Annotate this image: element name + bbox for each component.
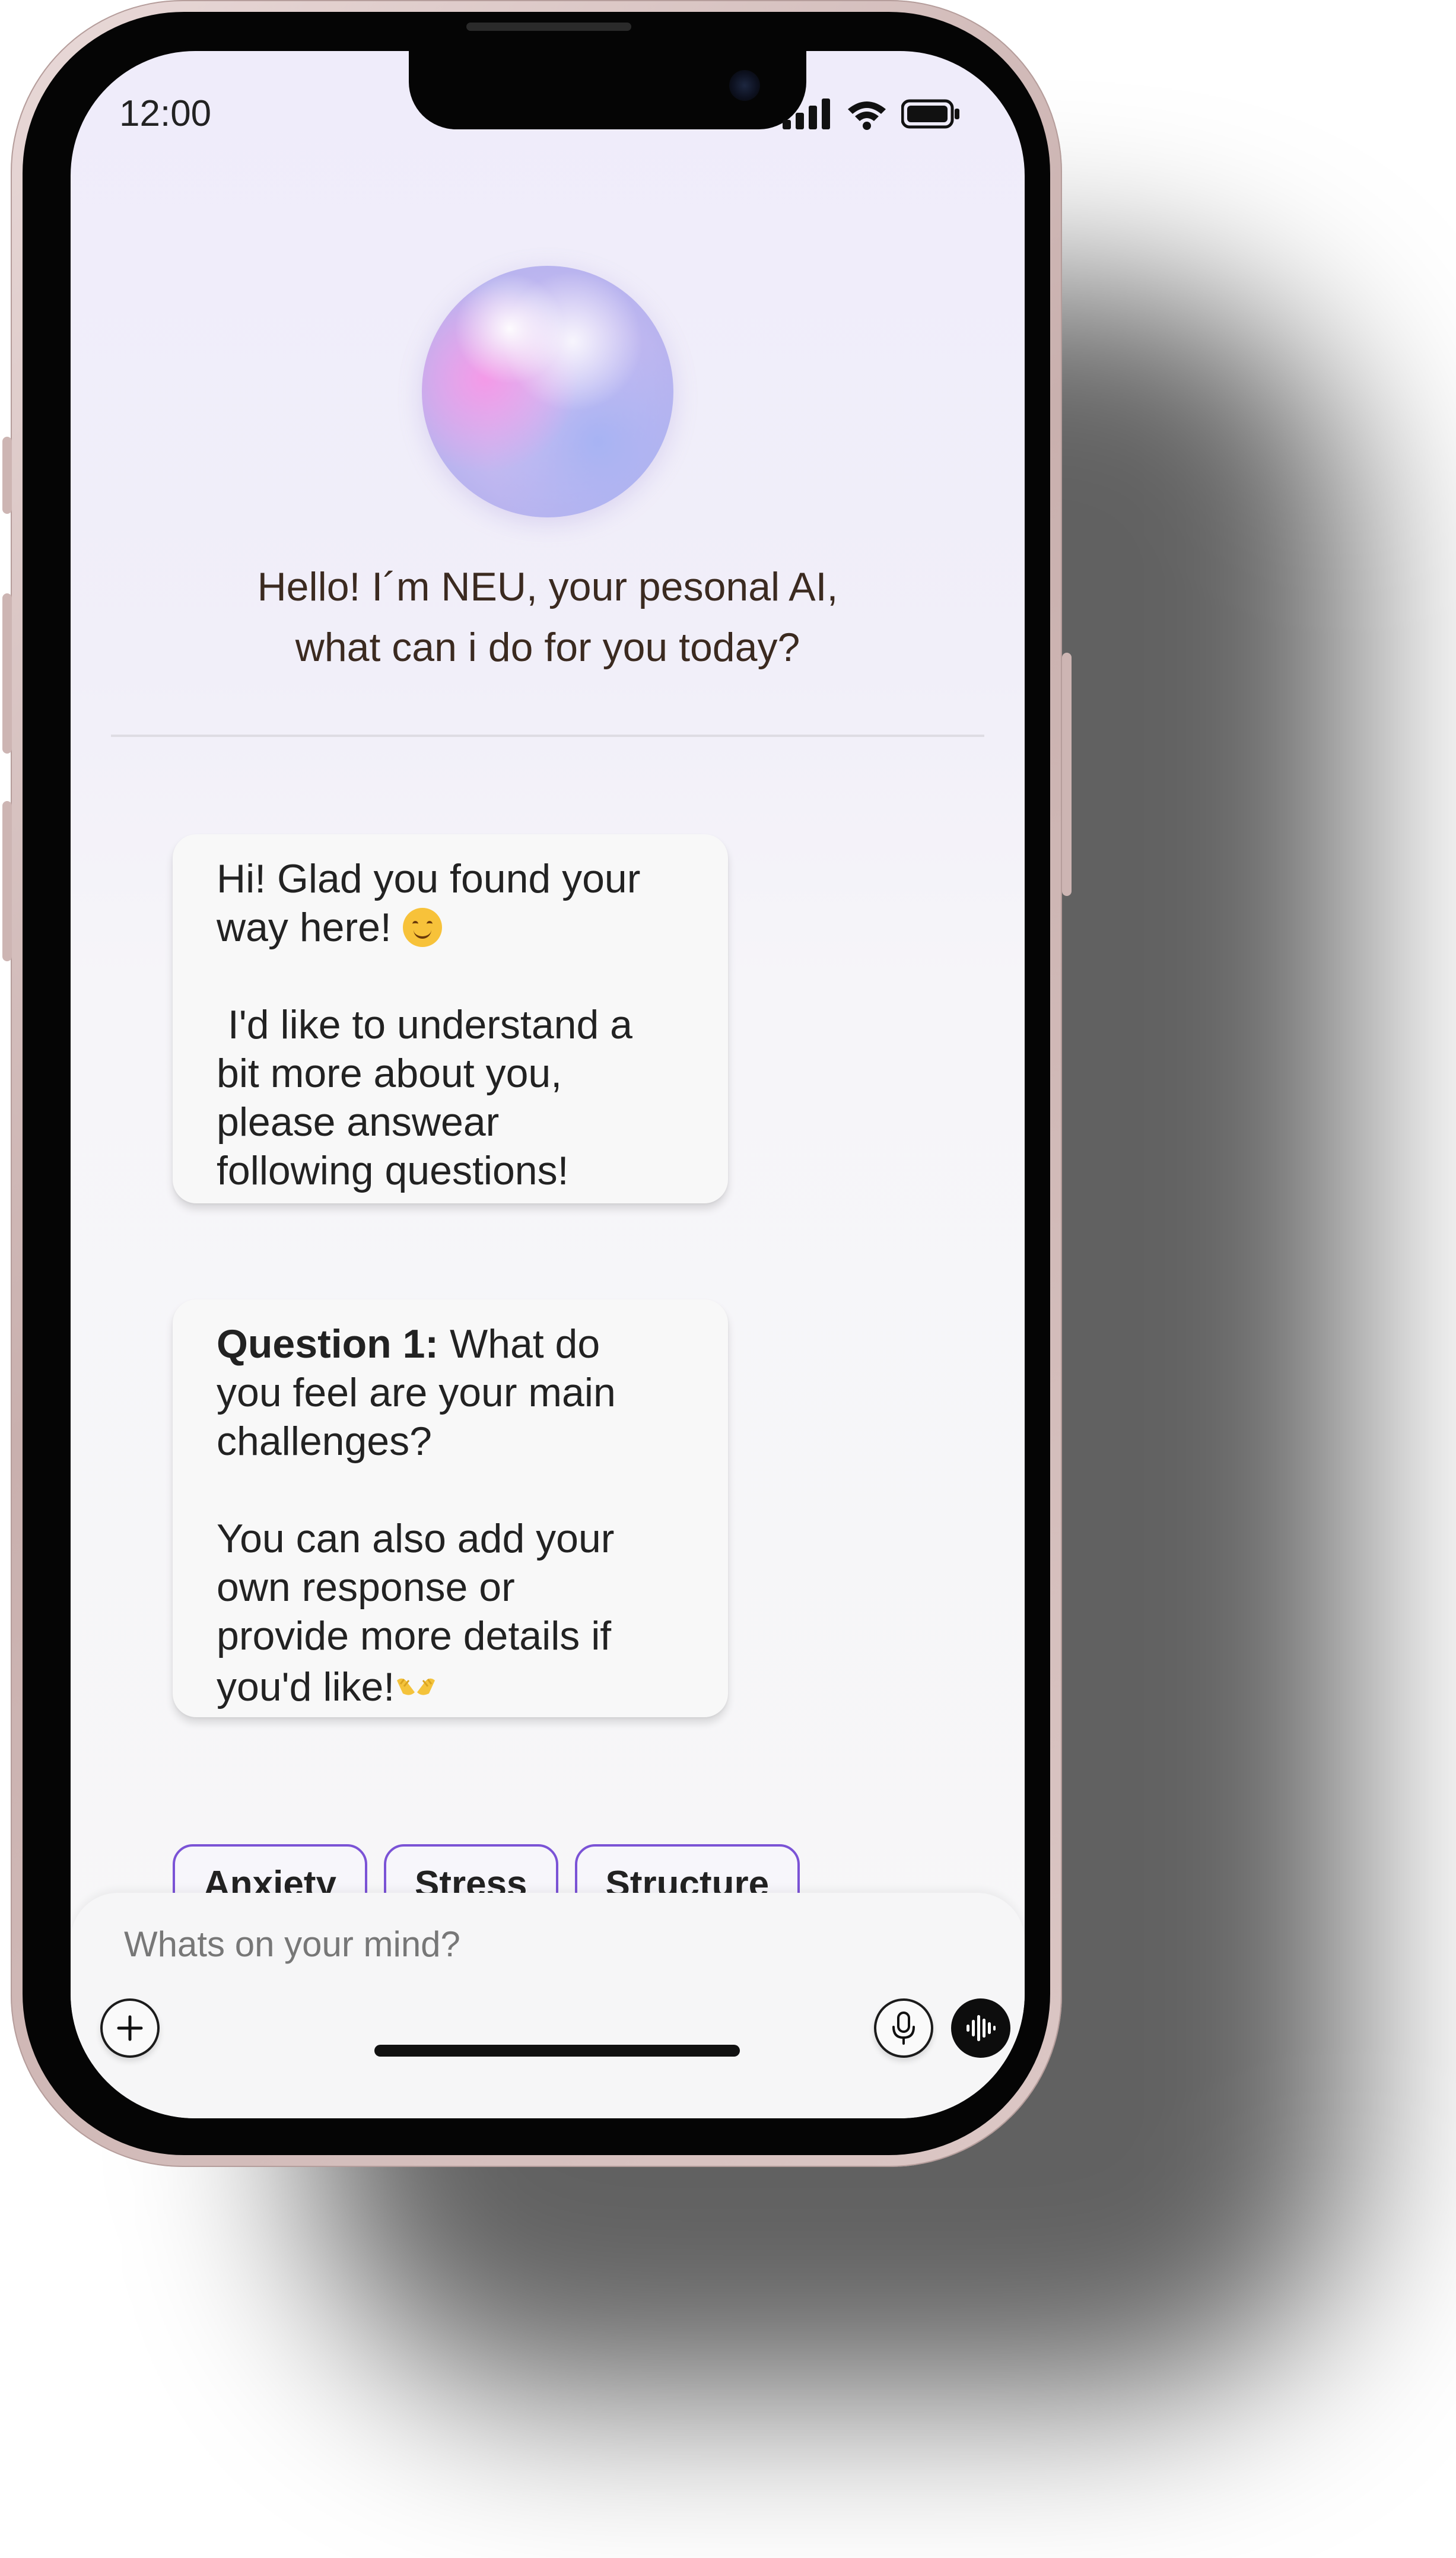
microphone-icon (892, 2012, 915, 2045)
message-input[interactable]: Whats on your mind? (124, 1924, 460, 1965)
volume-down-button (2, 801, 12, 961)
voice-mode-button[interactable] (951, 1998, 1010, 2058)
silent-switch (2, 437, 12, 514)
chat-bubble-question: Question 1: What do you feel are your ma… (173, 1299, 728, 1717)
message-line: Hi! Glad you found your (217, 856, 641, 901)
wifi-icon (845, 97, 888, 134)
home-indicator (374, 2045, 740, 2057)
chat-bubble-welcome: Hi! Glad you found your way here! I'd li… (173, 834, 728, 1203)
message-line: You can also add your (217, 1516, 615, 1561)
message-line: Question 1: What do (217, 1320, 685, 1368)
message-composer: Whats on your mind? (71, 1893, 1025, 2118)
status-icons (781, 97, 961, 134)
stage: 12:00 Hello! I´m NEU, your pesonal AI, w… (0, 0, 1456, 2558)
app-screen: 12:00 Hello! I´m NEU, your pesonal AI, w… (71, 51, 1025, 2118)
phone-frame: 12:00 Hello! I´m NEU, your pesonal AI, w… (11, 0, 1062, 2167)
message-line: own response or (217, 1565, 515, 1610)
power-button (1062, 653, 1072, 896)
message-line: I'd like to understand a (217, 1002, 632, 1047)
status-time: 12:00 (119, 93, 212, 134)
microphone-button[interactable] (874, 1998, 933, 2058)
notch (409, 51, 806, 129)
divider (111, 735, 984, 737)
cellular-signal-icon (781, 97, 832, 134)
add-attachment-button[interactable] (100, 1998, 160, 2058)
message-line: provide more details if (217, 1613, 612, 1658)
message-line: way here! (217, 903, 685, 952)
question-label: Question 1: (217, 1321, 439, 1367)
ai-orb-avatar (422, 266, 673, 517)
message-line: you feel are your main (217, 1370, 616, 1415)
open-hands-emoji-icon (395, 1660, 437, 1695)
camera-icon (729, 70, 760, 101)
battery-icon (901, 98, 961, 132)
message-line: you'd like! (217, 1660, 685, 1711)
message-line: bit more about you, (217, 1051, 562, 1096)
message-line: following questions! (217, 1148, 569, 1193)
message-text: What do (438, 1321, 600, 1367)
assistant-greeting: Hello! I´m NEU, your pesonal AI, what ca… (71, 557, 1025, 678)
message-text: way here! (217, 905, 403, 950)
earpiece-speaker (466, 23, 631, 31)
message-line: please answear (217, 1100, 500, 1145)
message-line: challenges? (217, 1419, 432, 1464)
message-text: you'd like! (217, 1664, 395, 1709)
volume-up-button (2, 593, 12, 754)
waveform-icon (967, 2015, 996, 2041)
smiling-face-emoji-icon (402, 908, 442, 947)
plus-icon (117, 2015, 143, 2041)
greeting-line: Hello! I´m NEU, your pesonal AI, (257, 564, 838, 609)
greeting-line: what can i do for you today? (295, 625, 800, 670)
